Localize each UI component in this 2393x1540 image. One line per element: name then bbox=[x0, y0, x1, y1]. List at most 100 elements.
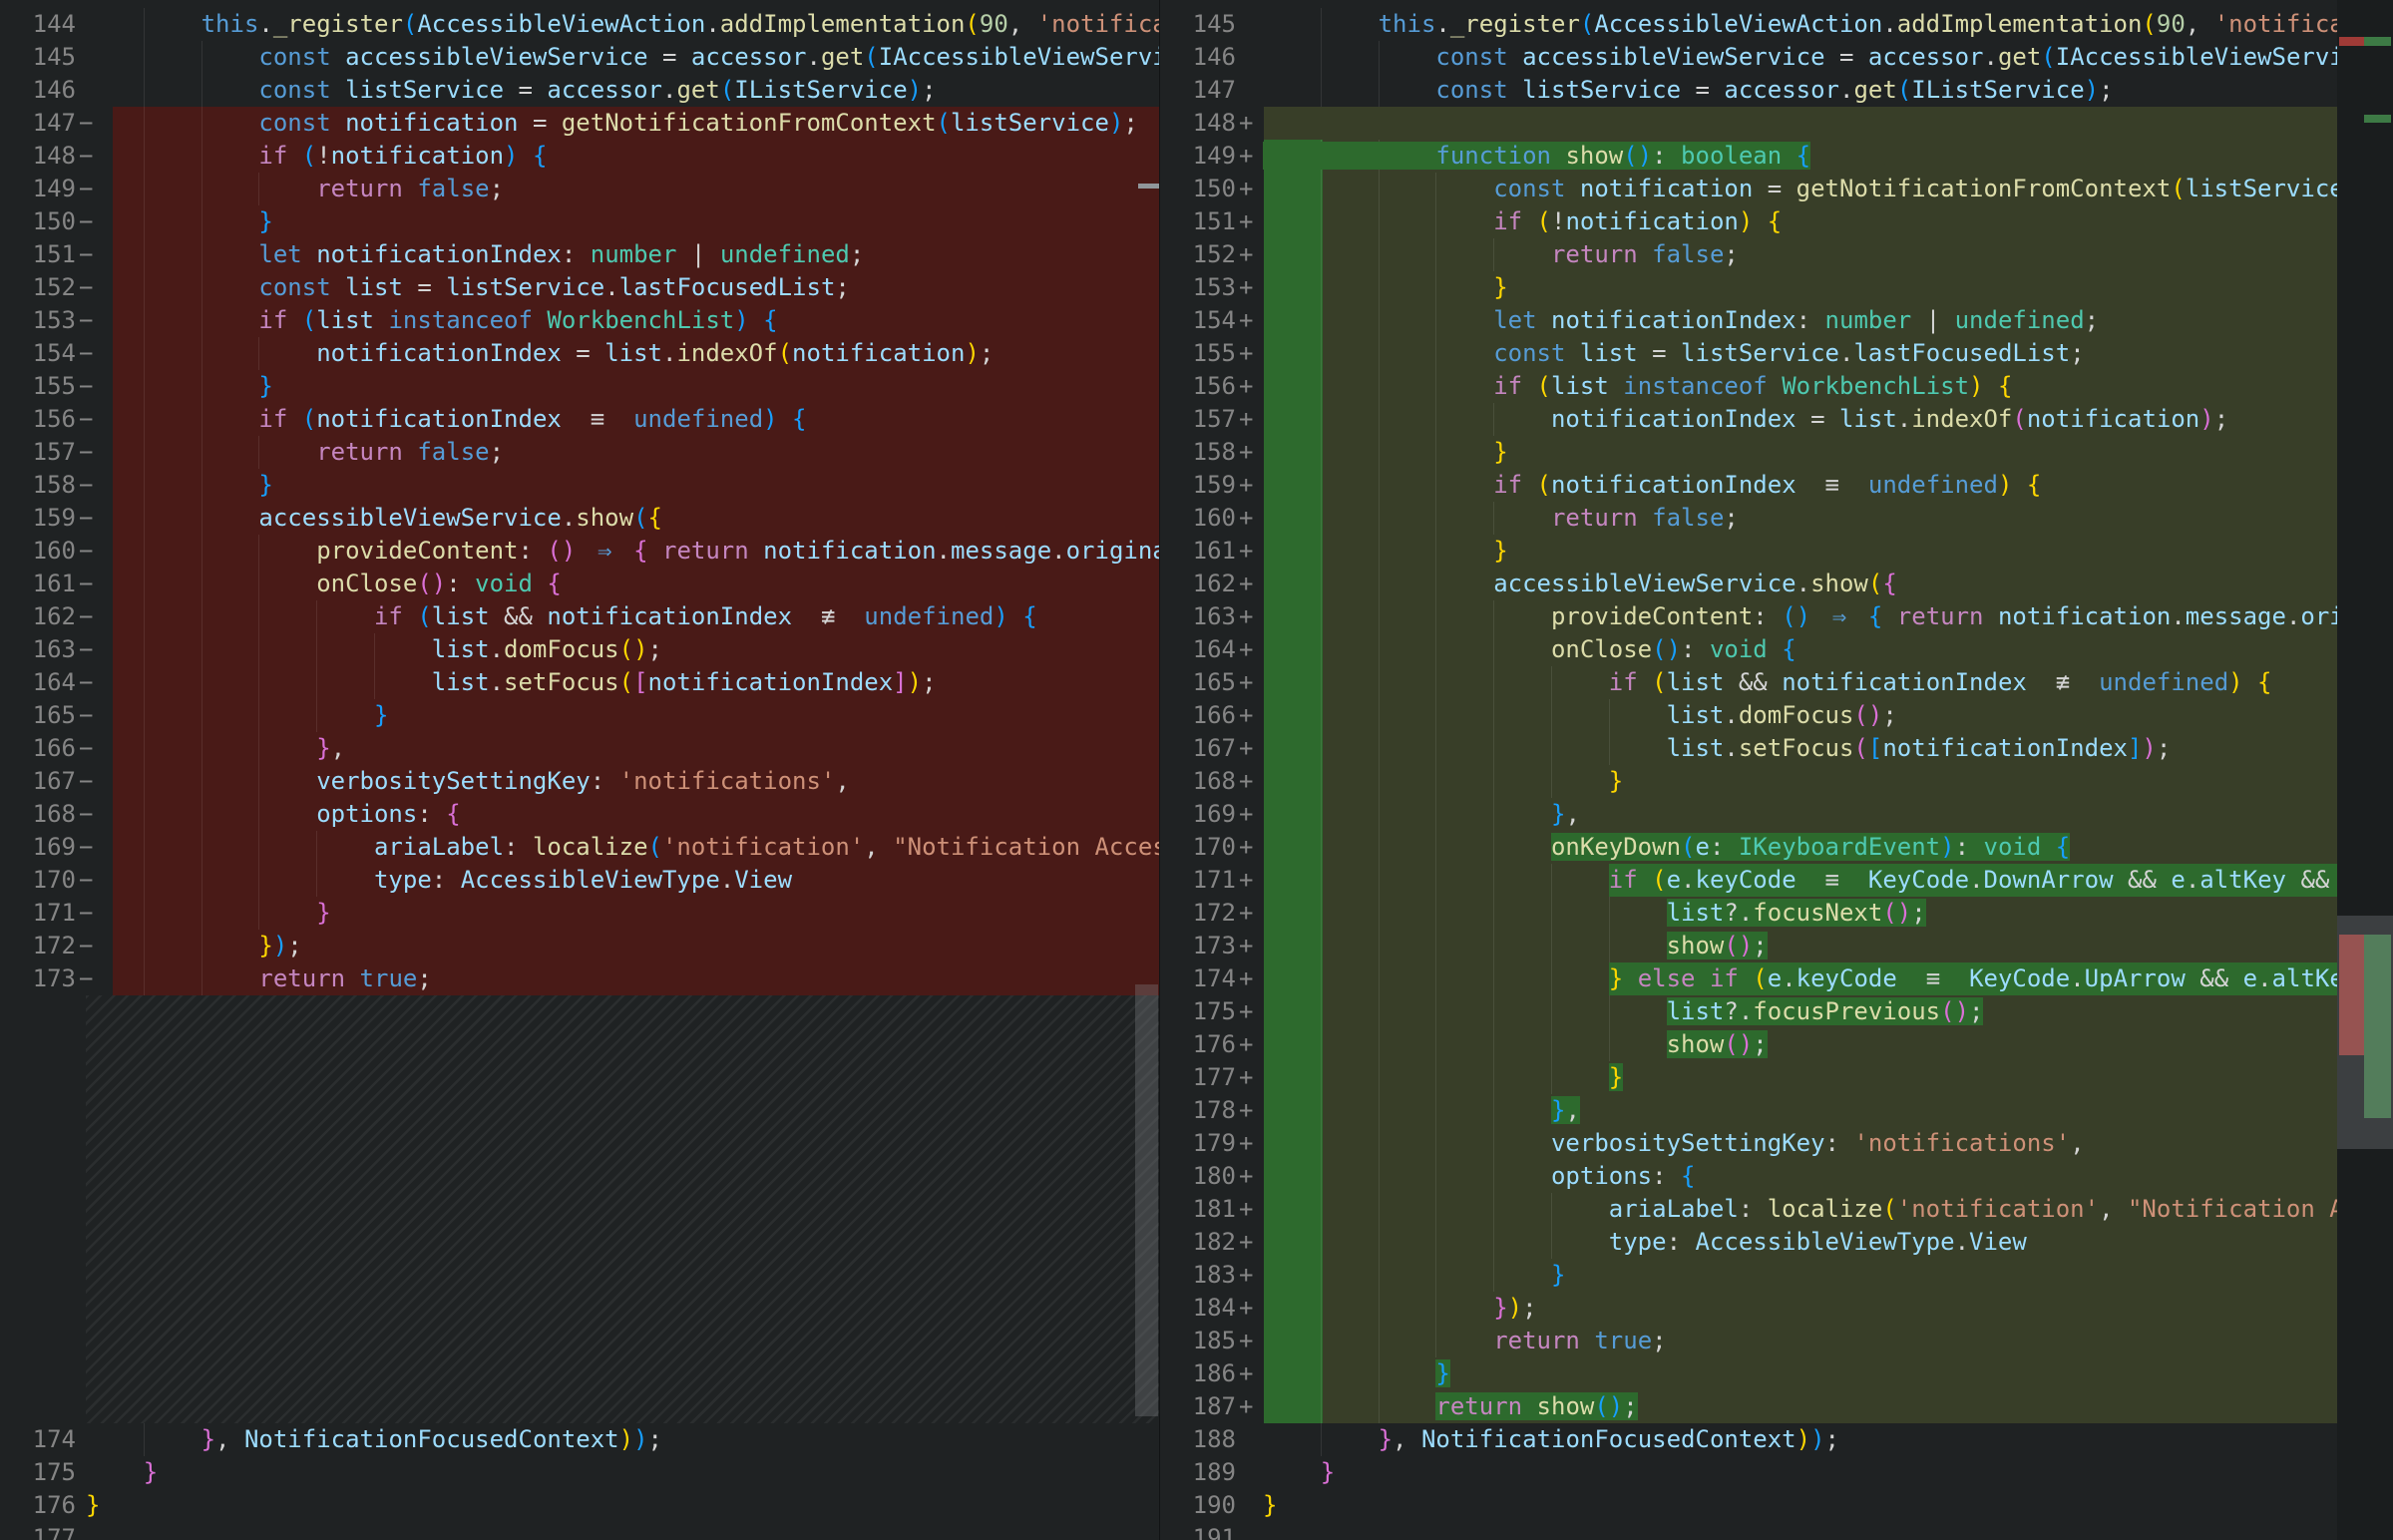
line-number[interactable]: 153 bbox=[0, 304, 76, 337]
code-line-156[interactable]: 156− if (notificationIndex ≡ undefined) … bbox=[0, 403, 1159, 436]
line-number[interactable]: 144 bbox=[0, 8, 76, 41]
line-number[interactable]: 160 bbox=[0, 535, 76, 568]
line-number[interactable]: 161 bbox=[1160, 535, 1236, 568]
original-editor-pane[interactable]: 144 this._register(AccessibleViewAction.… bbox=[0, 0, 1160, 1540]
code-line-167[interactable]: 167 + list.setFocus([notificationIndex]); bbox=[1160, 732, 2393, 765]
code-line-154[interactable]: 154− notificationIndex = list.indexOf(no… bbox=[0, 337, 1159, 370]
code-line-171[interactable]: 171 + if (e.keyCode ≡ KeyCode.DownArrow &… bbox=[1160, 864, 2393, 897]
code-line-163[interactable]: 163 + provideContent: () ⇒ { return notif… bbox=[1160, 600, 2393, 633]
line-number[interactable]: 189 bbox=[1160, 1456, 1236, 1489]
code-line-158[interactable]: 158 + } bbox=[1160, 436, 2393, 469]
code-line-180[interactable]: 180 + options: { bbox=[1160, 1160, 2393, 1193]
code-line-176[interactable]: 176 + show(); bbox=[1160, 1028, 2393, 1061]
code-line-152[interactable]: 152 + return false; bbox=[1160, 238, 2393, 271]
code-line-165[interactable]: 165− } bbox=[0, 699, 1159, 732]
line-number[interactable]: 177 bbox=[0, 1522, 76, 1540]
line-number[interactable]: 160 bbox=[1160, 502, 1236, 535]
code-line-162[interactable]: 162− if (list && notificationIndex ≢ und… bbox=[0, 600, 1159, 633]
code-line-174[interactable]: 174 }, NotificationFocusedContext)); bbox=[0, 1423, 1159, 1456]
line-number[interactable]: 157 bbox=[1160, 403, 1236, 436]
code-line-184[interactable]: 184 + }); bbox=[1160, 1292, 2393, 1325]
line-number[interactable]: 167 bbox=[1160, 732, 1236, 765]
line-number[interactable]: 176 bbox=[1160, 1028, 1236, 1061]
line-number[interactable]: 175 bbox=[1160, 995, 1236, 1028]
code-line-148[interactable]: 148− if (!notification) { bbox=[0, 140, 1159, 173]
line-number[interactable]: 154 bbox=[1160, 304, 1236, 337]
code-line-161[interactable]: 161− onClose(): void { bbox=[0, 568, 1159, 600]
code-line-169[interactable]: 169 + }, bbox=[1160, 798, 2393, 831]
line-number[interactable]: 152 bbox=[0, 271, 76, 304]
line-number[interactable]: 150 bbox=[1160, 173, 1236, 205]
code-line-168[interactable]: 168 + } bbox=[1160, 765, 2393, 798]
line-number[interactable]: 177 bbox=[1160, 1061, 1236, 1094]
line-number[interactable]: 170 bbox=[0, 864, 76, 897]
code-line-189[interactable]: 189 } bbox=[1160, 1456, 2393, 1489]
code-line-147[interactable]: 147 const listService = accessor.get(ILi… bbox=[1160, 74, 2393, 107]
code-line-146[interactable]: 146 const listService = accessor.get(ILi… bbox=[0, 74, 1159, 107]
code-line-163[interactable]: 163− list.domFocus(); bbox=[0, 633, 1159, 666]
code-line-155[interactable]: 155 + const list = listService.lastFocuse… bbox=[1160, 337, 2393, 370]
code-line-190[interactable]: 190} bbox=[1160, 1489, 2393, 1522]
line-number[interactable]: 159 bbox=[0, 502, 76, 535]
code-line-145[interactable]: 145 this._register(AccessibleViewAction.… bbox=[1160, 8, 2393, 41]
line-number[interactable]: 161 bbox=[0, 568, 76, 600]
code-line-186[interactable]: 186 + } bbox=[1160, 1357, 2393, 1390]
line-number[interactable]: 154 bbox=[0, 337, 76, 370]
code-line-149[interactable]: 149 + function show(): boolean { bbox=[1160, 140, 2393, 173]
line-number[interactable]: 172 bbox=[1160, 897, 1236, 930]
code-line-159[interactable]: 159 + if (notificationIndex ≡ undefined) … bbox=[1160, 469, 2393, 502]
line-number[interactable]: 182 bbox=[1160, 1226, 1236, 1259]
line-number[interactable]: 147 bbox=[0, 107, 76, 140]
line-number[interactable]: 163 bbox=[0, 633, 76, 666]
line-number[interactable]: 159 bbox=[1160, 469, 1236, 502]
line-number[interactable]: 165 bbox=[1160, 666, 1236, 699]
code-line-162[interactable]: 162 + accessibleViewService.show({ bbox=[1160, 568, 2393, 600]
line-number[interactable]: 164 bbox=[1160, 633, 1236, 666]
line-number[interactable]: 183 bbox=[1160, 1259, 1236, 1292]
line-number[interactable]: 155 bbox=[0, 370, 76, 403]
line-number[interactable]: 175 bbox=[0, 1456, 76, 1489]
code-line-158[interactable]: 158− } bbox=[0, 469, 1159, 502]
code-line-153[interactable]: 153− if (list instanceof WorkbenchList) … bbox=[0, 304, 1159, 337]
code-line-188[interactable]: 188 }, NotificationFocusedContext)); bbox=[1160, 1423, 2393, 1456]
line-number[interactable]: 168 bbox=[1160, 765, 1236, 798]
line-number[interactable]: 158 bbox=[0, 469, 76, 502]
code-line-181[interactable]: 181 + ariaLabel: localize('notification',… bbox=[1160, 1193, 2393, 1226]
code-line-177[interactable]: 177 bbox=[0, 1522, 1159, 1540]
code-line-160[interactable]: 160− provideContent: () ⇒ { return notif… bbox=[0, 535, 1159, 568]
line-number[interactable]: 156 bbox=[1160, 370, 1236, 403]
code-line-147[interactable]: 147− const notification = getNotificatio… bbox=[0, 107, 1159, 140]
line-number[interactable]: 188 bbox=[1160, 1423, 1236, 1456]
line-number[interactable]: 158 bbox=[1160, 436, 1236, 469]
line-number[interactable]: 174 bbox=[1160, 962, 1236, 995]
line-number[interactable]: 150 bbox=[0, 205, 76, 238]
line-number[interactable]: 169 bbox=[1160, 798, 1236, 831]
code-line-168[interactable]: 168− options: { bbox=[0, 798, 1159, 831]
code-line-166[interactable]: 166− }, bbox=[0, 732, 1159, 765]
line-number[interactable]: 181 bbox=[1160, 1193, 1236, 1226]
code-line-155[interactable]: 155− } bbox=[0, 370, 1159, 403]
code-line-165[interactable]: 165 + if (list && notificationIndex ≢ und… bbox=[1160, 666, 2393, 699]
code-line-169[interactable]: 169− ariaLabel: localize('notification',… bbox=[0, 831, 1159, 864]
code-line-148[interactable]: 148 + bbox=[1160, 107, 2393, 140]
line-number[interactable]: 157 bbox=[0, 436, 76, 469]
line-number[interactable]: 191 bbox=[1160, 1522, 1236, 1540]
line-number[interactable]: 187 bbox=[1160, 1390, 1236, 1423]
line-number[interactable]: 170 bbox=[1160, 831, 1236, 864]
line-number[interactable]: 185 bbox=[1160, 1325, 1236, 1357]
code-line-150[interactable]: 150 + const notification = getNotificatio… bbox=[1160, 173, 2393, 205]
line-number[interactable]: 152 bbox=[1160, 238, 1236, 271]
line-number[interactable]: 146 bbox=[1160, 41, 1236, 74]
line-number[interactable]: 153 bbox=[1160, 271, 1236, 304]
line-number[interactable]: 176 bbox=[0, 1489, 76, 1522]
line-number[interactable]: 168 bbox=[0, 798, 76, 831]
line-number[interactable]: 148 bbox=[1160, 107, 1236, 140]
modified-editor-pane[interactable]: 145 this._register(AccessibleViewAction.… bbox=[1160, 0, 2393, 1540]
line-number[interactable]: 166 bbox=[1160, 699, 1236, 732]
line-number[interactable]: 190 bbox=[1160, 1489, 1236, 1522]
line-number[interactable]: 173 bbox=[1160, 930, 1236, 962]
line-number[interactable]: 163 bbox=[1160, 600, 1236, 633]
code-line-166[interactable]: 166 + list.domFocus(); bbox=[1160, 699, 2393, 732]
line-number[interactable]: 174 bbox=[0, 1423, 76, 1456]
code-line-152[interactable]: 152− const list = listService.lastFocuse… bbox=[0, 271, 1159, 304]
